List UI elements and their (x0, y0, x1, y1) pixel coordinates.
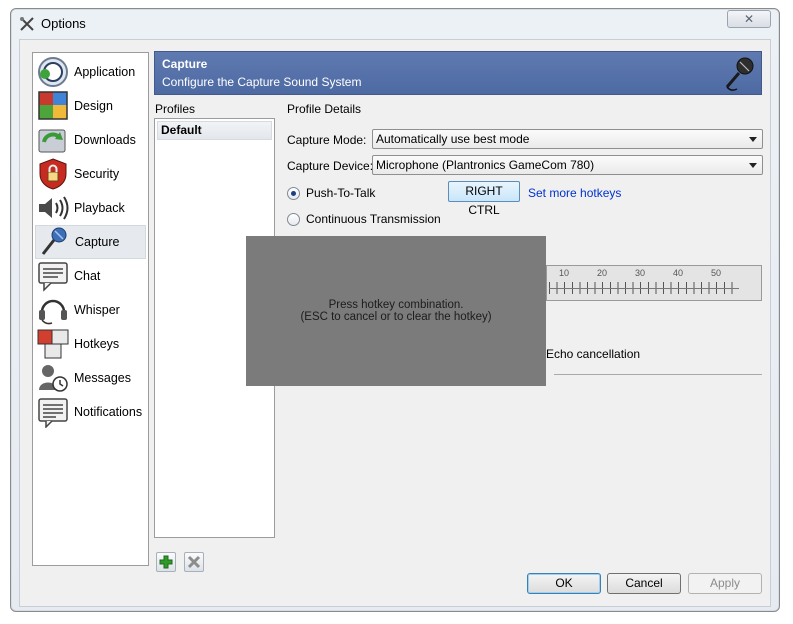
downloads-icon (38, 129, 66, 153)
push-to-talk-label[interactable]: Push-To-Talk (306, 186, 375, 200)
capture-device-label: Capture Device: (287, 159, 374, 173)
section-header-banner: Capture Configure the Capture Sound Syst… (154, 51, 762, 95)
push-to-talk-radio[interactable] (287, 187, 300, 200)
headset-icon (39, 299, 67, 325)
divider (554, 374, 762, 375)
sidebar-item-label: Notifications (74, 405, 143, 419)
sidebar-item-chat[interactable]: Chat (35, 259, 146, 293)
apply-button[interactable]: Apply (688, 573, 762, 594)
hotkey-prompt-overlay[interactable]: Press hotkey combination. (ESC to cancel… (246, 236, 546, 386)
hotkeys-icon (37, 329, 69, 359)
notifications-icon (38, 398, 68, 428)
cancel-button[interactable]: Cancel (607, 573, 681, 594)
plus-icon (159, 555, 173, 569)
application-icon (38, 57, 68, 87)
client-area: Application Design Downloads Security Pl… (19, 39, 771, 607)
sidebar-item-label: Application (74, 65, 136, 79)
continuous-transmission-radio[interactable] (287, 213, 300, 226)
slider-tick-label: 10 (559, 268, 570, 278)
chevron-down-icon (749, 137, 757, 142)
sidebar-item-label: Security (74, 167, 120, 181)
slider-tick-label: 20 (597, 268, 608, 278)
sidebar-item-messages[interactable]: Messages (35, 361, 146, 395)
capture-mode-label: Capture Mode: (287, 133, 367, 147)
capture-device-select[interactable]: Microphone (Plantronics GameCom 780) (372, 155, 763, 175)
sidebar-item-label: Capture (75, 235, 120, 249)
sidebar-item-capture[interactable]: Capture (35, 225, 146, 259)
add-profile-button[interactable] (156, 552, 176, 572)
sidebar-item-playback[interactable]: Playback (35, 191, 146, 225)
sidebar-item-whisper[interactable]: Whisper (35, 293, 146, 327)
section-title: Capture (162, 57, 208, 71)
security-lock-icon (39, 158, 67, 190)
messages-icon (39, 365, 68, 392)
capture-mode-select[interactable]: Automatically use best mode (372, 129, 763, 149)
microphone-icon (41, 227, 67, 255)
chevron-down-icon (749, 163, 757, 168)
options-sidebar: Application Design Downloads Security Pl… (32, 52, 149, 566)
sidebar-item-label: Playback (74, 201, 125, 215)
microphone-icon (725, 57, 754, 91)
profiles-label: Profiles (155, 102, 196, 116)
delete-icon (187, 555, 201, 569)
sidebar-item-label: Downloads (74, 133, 136, 147)
design-icon (38, 91, 68, 120)
sidebar-item-label: Whisper (74, 303, 120, 317)
sidebar-item-label: Design (74, 99, 113, 113)
capture-mode-value: Automatically use best mode (376, 132, 530, 146)
profile-details-label: Profile Details (287, 102, 362, 116)
sidebar-item-hotkeys[interactable]: Hotkeys (35, 327, 146, 361)
chat-icon (38, 262, 68, 292)
sidebar-item-notifications[interactable]: Notifications (35, 395, 146, 429)
hotkey-prompt-line1: Press hotkey combination. (328, 299, 464, 311)
ok-button[interactable]: OK (527, 573, 601, 594)
close-icon: ✕ (743, 12, 755, 26)
hotkey-button[interactable]: RIGHT CTRL (448, 181, 520, 217)
tools-icon (20, 17, 34, 31)
slider-tick-label: 30 (635, 268, 646, 278)
hotkey-prompt-line2: (ESC to cancel or to clear the hotkey) (300, 311, 492, 323)
close-button[interactable]: ✕ (727, 10, 771, 28)
profile-item-default[interactable]: Default (157, 121, 272, 140)
speaker-icon (39, 196, 69, 220)
title-bar[interactable]: Options ✕ (11, 9, 779, 37)
sidebar-item-label: Chat (74, 269, 101, 283)
sidebar-item-downloads[interactable]: Downloads (35, 123, 146, 157)
voice-activation-slider[interactable]: 10 20 30 40 50 (546, 265, 762, 301)
sidebar-item-application[interactable]: Application (35, 55, 146, 89)
delete-profile-button[interactable] (184, 552, 204, 572)
section-subtitle: Configure the Capture Sound System (162, 75, 362, 89)
sidebar-item-security[interactable]: Security (35, 157, 146, 191)
continuous-transmission-label[interactable]: Continuous Transmission (306, 212, 441, 226)
slider-tick-label: 40 (673, 268, 684, 278)
slider-track (549, 288, 739, 289)
slider-tick-label: 50 (711, 268, 722, 278)
sidebar-item-label: Messages (74, 371, 131, 385)
set-more-hotkeys-link[interactable]: Set more hotkeys (528, 186, 621, 200)
sidebar-item-design[interactable]: Design (35, 89, 146, 123)
capture-device-value: Microphone (Plantronics GameCom 780) (376, 158, 595, 172)
window-title: Options (41, 16, 86, 31)
sidebar-item-label: Hotkeys (74, 337, 120, 351)
echo-cancellation-label[interactable]: Echo cancellation (546, 347, 640, 361)
options-window: Options ✕ Application Design Downloads S… (10, 8, 780, 612)
